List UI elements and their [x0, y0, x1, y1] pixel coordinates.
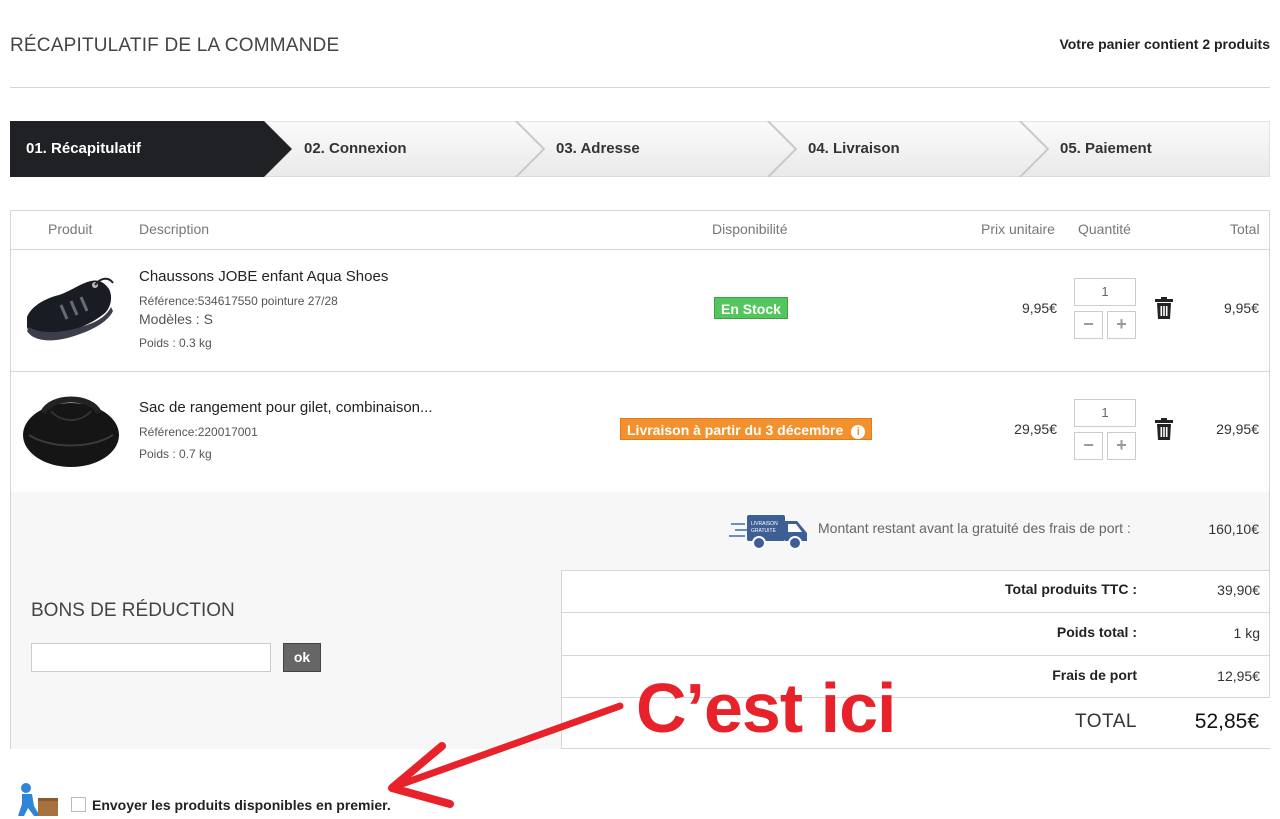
- step-5-label[interactable]: 05. Paiement: [1060, 140, 1152, 157]
- step-4-label[interactable]: 04. Livraison: [808, 140, 900, 157]
- info-icon[interactable]: i: [851, 425, 866, 439]
- total-products-value: 39,90€: [1217, 582, 1260, 598]
- status-badge-label: Livraison à partir du 3 décembre: [627, 422, 844, 438]
- annotation-text: C’est ici: [636, 669, 896, 747]
- ship-available-first-checkbox[interactable]: [71, 797, 86, 812]
- delivery-truck-icon: LIVRAISON GRATUITE: [729, 515, 807, 550]
- cart-count: Votre panier contient 2 produits: [1059, 36, 1270, 52]
- header-unit-price: Prix unitaire: [981, 221, 1055, 237]
- product-weight: Poids : 0.7 kg: [139, 447, 212, 461]
- truck-text: LIVRAISON: [751, 521, 778, 527]
- header-description: Description: [139, 221, 210, 237]
- order-total-value: 52,85€: [1194, 710, 1259, 733]
- line-total: 9,95€: [1223, 300, 1259, 316]
- trash-icon[interactable]: [1154, 297, 1174, 319]
- product-image-bag[interactable]: [21, 393, 121, 471]
- checkout-steps: 01. Récapitulatif 02. Connexion 03. Adre…: [10, 121, 1270, 177]
- product-name[interactable]: Sac de rangement pour gilet, combinaison…: [139, 399, 433, 416]
- step-2-label[interactable]: 02. Connexion: [304, 140, 407, 157]
- free-shipping-remaining: 160,10€: [1208, 521, 1259, 537]
- shipping-cost-value: 12,95€: [1217, 668, 1260, 684]
- total-products-label: Total produits TTC :: [1005, 581, 1137, 597]
- divider: [11, 371, 1269, 372]
- coupon-input[interactable]: [31, 643, 271, 672]
- free-shipping-label: Montant restant avant la gratuité des fr…: [818, 520, 1131, 536]
- ship-available-first-label[interactable]: Envoyer les produits disponibles en prem…: [92, 797, 391, 813]
- annotation-arrow: [388, 702, 624, 808]
- quantity-input[interactable]: 1: [1074, 278, 1136, 306]
- product-image-shoe[interactable]: [21, 273, 117, 345]
- quantity-decrease-button[interactable]: −: [1074, 432, 1103, 460]
- header-quantity: Quantité: [1078, 221, 1131, 237]
- line-total: 29,95€: [1216, 421, 1259, 437]
- quantity-decrease-button[interactable]: −: [1074, 311, 1103, 339]
- coupon-title: BONS DE RÉDUCTION: [31, 600, 235, 621]
- divider: [562, 655, 1269, 656]
- quantity-input[interactable]: 1: [1074, 399, 1136, 427]
- product-reference: Référence:220017001: [139, 425, 258, 439]
- order-total-label: TOTAL: [1075, 711, 1137, 732]
- header-availability: Disponibilité: [712, 221, 788, 237]
- quantity-increase-button[interactable]: +: [1107, 311, 1136, 339]
- header-product: Produit: [48, 221, 93, 237]
- product-weight: Poids : 0.3 kg: [139, 336, 212, 350]
- status-badge: En Stock: [714, 297, 788, 319]
- divider: [562, 612, 1269, 613]
- unit-price: 9,95€: [1021, 300, 1057, 316]
- unit-price: 29,95€: [1014, 421, 1057, 437]
- truck-text: GRATUITE: [751, 528, 777, 534]
- divider: [10, 87, 1270, 88]
- page-title: RÉCAPITULATIF DE LA COMMANDE: [10, 35, 340, 56]
- product-model: Modèles : S: [139, 311, 213, 327]
- trash-icon[interactable]: [1154, 418, 1174, 440]
- status-badge: Livraison à partir du 3 décembre i: [620, 418, 873, 440]
- delivery-person-icon: [18, 783, 58, 816]
- total-weight-value: 1 kg: [1233, 625, 1260, 641]
- step-3-label[interactable]: 03. Adresse: [556, 140, 640, 157]
- product-name[interactable]: Chaussons JOBE enfant Aqua Shoes: [139, 268, 388, 285]
- header-total: Total: [1230, 221, 1260, 237]
- product-reference: Référence:534617550 pointure 27/28: [139, 294, 338, 308]
- quantity-increase-button[interactable]: +: [1107, 432, 1136, 460]
- divider: [11, 249, 1269, 250]
- coupon-submit-button[interactable]: ok: [283, 643, 321, 672]
- total-weight-label: Poids total :: [1056, 624, 1137, 640]
- step-1-label[interactable]: 01. Récapitulatif: [26, 140, 141, 157]
